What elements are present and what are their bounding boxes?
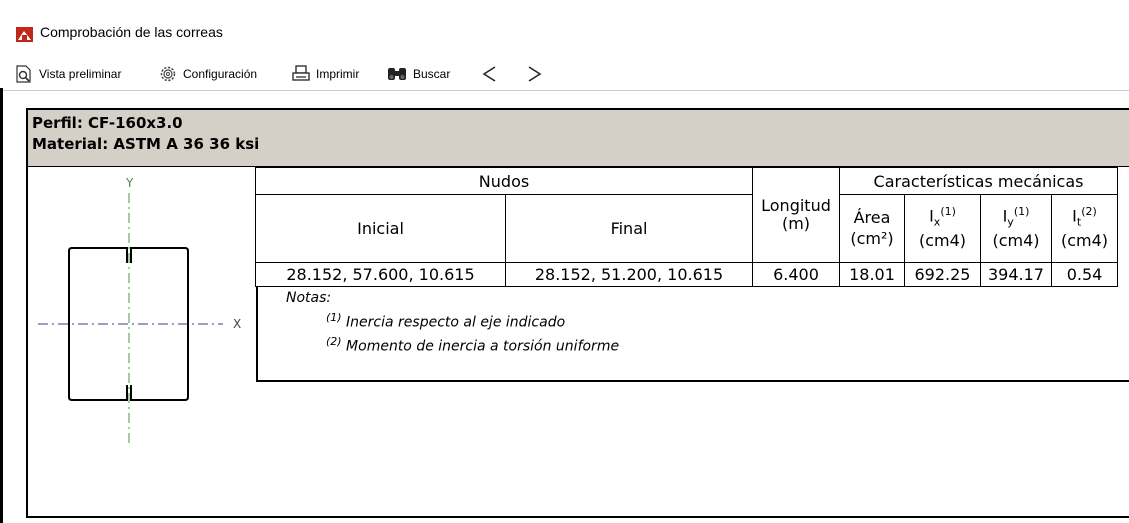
preview-icon (16, 65, 31, 83)
search-button[interactable]: Buscar (386, 64, 450, 84)
iy-unit: (cm4) (992, 231, 1040, 251)
length-header: Longitud (m) (752, 167, 840, 263)
cell-iy: 394.17 (980, 262, 1052, 287)
iy-header: Iy(1) (cm4) (980, 194, 1052, 263)
note-2-marker: (2) (326, 335, 342, 348)
section-drawing: Y X (38, 176, 241, 443)
initial-header: Inicial (255, 194, 506, 263)
window-left-border (0, 88, 3, 523)
iy-sup: (1) (1013, 205, 1030, 219)
data-table: Nudos Longitud (m) Características mecán… (255, 167, 1118, 287)
axis-x-label: X (233, 317, 241, 331)
cell-it: 0.54 (1051, 262, 1118, 287)
title-bar: Comprobación de las correas (0, 0, 1129, 58)
ix-header: Ix(1) (cm4) (904, 194, 981, 263)
nodes-header: Nudos (255, 167, 753, 195)
printer-icon (292, 65, 310, 81)
it-header: It(2) (cm4) (1051, 194, 1118, 263)
cell-length: 6.400 (752, 262, 840, 287)
app-icon (16, 27, 33, 42)
binoculars-icon (388, 68, 406, 80)
note-1: (1) Inercia respecto al eje indicado (326, 311, 565, 331)
area-header-unit: (cm²) (850, 228, 894, 248)
config-button[interactable]: Configuración (158, 64, 257, 84)
notes-title: Notas: (286, 290, 332, 306)
area-header: Área (cm²) (839, 194, 905, 263)
next-arrow-icon[interactable] (524, 64, 544, 84)
note-2-text: Momento de inercia a torsión uniforme (346, 338, 620, 355)
length-header-unit: (m) (781, 214, 811, 233)
print-label: Imprimir (316, 67, 360, 81)
cell-ix: 692.25 (904, 262, 981, 287)
cell-area: 18.01 (839, 262, 905, 287)
print-button[interactable]: Imprimir (291, 64, 359, 84)
final-header: Final (505, 194, 753, 263)
preview-button[interactable]: Vista preliminar (14, 64, 121, 84)
area-header-text: Área (853, 207, 891, 227)
preview-label: Vista preliminar (39, 67, 122, 81)
cell-initial: 28.152, 57.600, 10.615 (255, 262, 506, 287)
search-label: Buscar (413, 67, 451, 81)
ix-sup: (1) (940, 205, 956, 219)
note-2: (2) Momento de inercia a torsión uniform… (326, 335, 619, 355)
toolbar-divider (0, 90, 1129, 91)
it-unit: (cm4) (1060, 231, 1109, 251)
table-row: 28.152, 57.600, 10.615 28.152, 51.200, 1… (255, 262, 1118, 287)
config-label: Configuración (183, 67, 258, 81)
profile-label: Perfil: CF-160x3.0 (32, 114, 183, 132)
gear-icon (160, 66, 176, 82)
mech-header: Características mecánicas (839, 167, 1118, 195)
note-1-text: Inercia respecto al eje indicado (346, 314, 566, 331)
previous-arrow-icon[interactable] (480, 64, 500, 84)
window-title: Comprobación de las correas (40, 24, 223, 40)
notes-box: Notas: (1) Inercia respecto al eje indic… (256, 287, 1129, 382)
axis-y-label: Y (125, 176, 134, 190)
length-header-text: Longitud (761, 196, 831, 216)
material-label: Material: ASTM A 36 36 ksi (32, 135, 260, 153)
report-header: Perfil: CF-160x3.0 Material: ASTM A 36 3… (28, 110, 1129, 167)
note-1-marker: (1) (326, 311, 342, 324)
toolbar: Vista preliminar Configuración Imprimir … (0, 58, 1129, 90)
ix-unit: (cm4) (918, 231, 967, 251)
cell-final: 28.152, 51.200, 10.615 (505, 262, 753, 287)
it-sup: (2) (1081, 205, 1097, 219)
